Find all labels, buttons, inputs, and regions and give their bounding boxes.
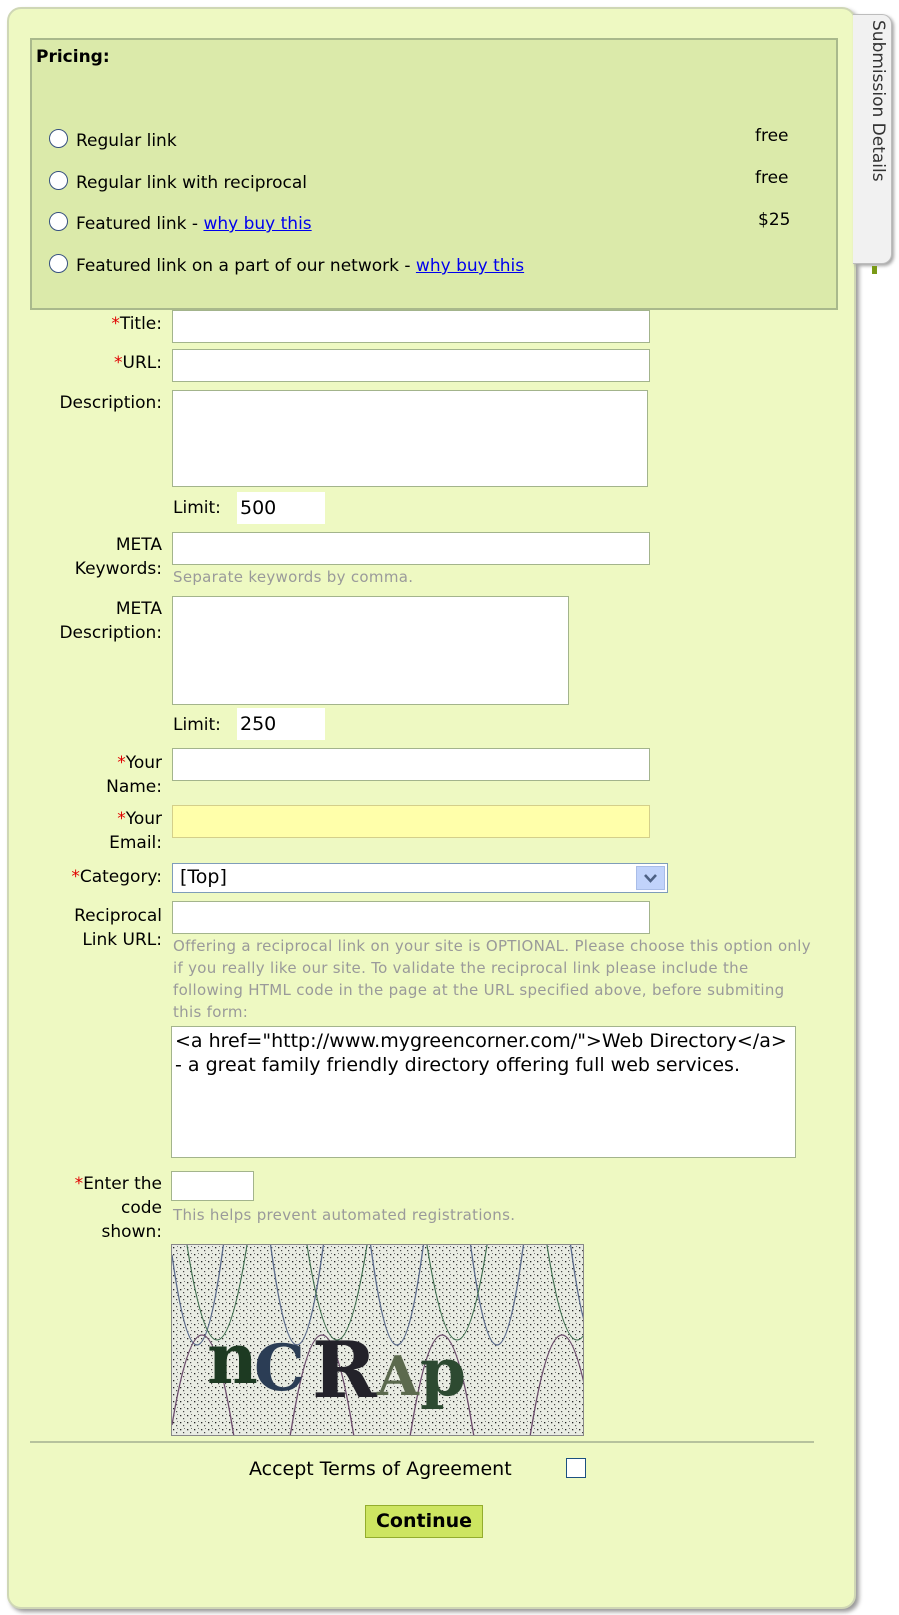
url-label-text: URL: — [122, 353, 162, 373]
option-label-featured-link: Featured link - — [76, 214, 204, 234]
option-label-regular-link-reciprocal: Regular link with reciprocal — [76, 173, 307, 193]
url-input[interactable] — [172, 349, 650, 382]
chevron-down-icon[interactable] — [636, 866, 665, 890]
captcha-label-line3: shown: — [101, 1222, 162, 1242]
captcha-glyph: n — [207, 1317, 258, 1400]
required-mark: * — [71, 867, 80, 887]
your-name-label-text: Your — [125, 753, 162, 773]
required-mark: * — [117, 809, 126, 829]
radio-regular-link[interactable] — [49, 129, 68, 148]
radio-regular-link-reciprocal[interactable] — [49, 171, 68, 190]
your-email-label-text: Your — [125, 809, 162, 829]
required-mark: * — [114, 353, 123, 373]
pricing-title: Pricing: — [36, 47, 110, 67]
meta-description-textarea[interactable] — [172, 596, 569, 705]
category-label-text: Category: — [79, 867, 162, 887]
title-label-text: Title: — [119, 314, 162, 334]
why-buy-this-network-link[interactable]: why buy this — [416, 256, 524, 276]
captcha-glyph: p — [420, 1333, 466, 1411]
captcha-glyph: C — [254, 1331, 305, 1406]
option-label-regular-link: Regular link — [76, 131, 177, 151]
meta-description-limit-counter: 250 — [237, 708, 325, 740]
captcha-glyph: A — [376, 1344, 420, 1408]
reciprocal-code-text: <a href="http://www.mygreencorner.com/">… — [175, 1030, 793, 1076]
price-regular-link-reciprocal: free — [755, 168, 789, 188]
price-featured-link: $25 — [758, 210, 791, 230]
meta-keywords-label-line2: Keywords: — [74, 559, 162, 579]
title-input[interactable] — [172, 310, 650, 343]
captcha-input[interactable] — [171, 1171, 254, 1201]
option-label-featured-network-link: Featured link on a part of our network - — [76, 256, 416, 276]
price-regular-link: free — [755, 126, 789, 146]
accept-terms-checkbox[interactable] — [566, 1458, 586, 1478]
url-label: *URL: — [114, 351, 162, 375]
required-mark: * — [117, 753, 126, 773]
captcha-hint: This helps prevent automated registratio… — [173, 1206, 516, 1224]
your-email-label-line1: *Your — [117, 807, 162, 831]
meta-description-limit-label: Limit: — [173, 715, 221, 735]
radio-featured-link[interactable] — [49, 212, 68, 231]
accept-terms-label: Accept Terms of Agreement — [249, 1458, 512, 1480]
reciprocal-label-line1: Reciprocal — [74, 906, 162, 926]
your-name-label-line1: *Your — [117, 751, 162, 775]
meta-keywords-input[interactable] — [172, 532, 650, 565]
captcha-glyph: R — [312, 1325, 378, 1416]
submission-details-tab-label: Submission Details — [868, 20, 888, 182]
category-label: *Category: — [71, 865, 162, 889]
description-label: Description: — [59, 393, 162, 413]
continue-button[interactable]: Continue — [365, 1505, 483, 1538]
option-featured-network-link: Featured link on a part of our network -… — [76, 256, 524, 276]
title-label: *Title: — [111, 312, 162, 336]
required-mark: * — [74, 1174, 84, 1194]
why-buy-this-link[interactable]: why buy this — [203, 214, 311, 234]
reciprocal-hint: Offering a reciprocal link on your site … — [173, 937, 811, 1021]
your-name-input[interactable] — [172, 748, 650, 781]
description-limit-label: Limit: — [173, 498, 221, 518]
captcha-label-line2: code — [121, 1198, 162, 1218]
description-limit-counter: 500 — [237, 492, 325, 524]
captcha-label-line1: *Enter the — [75, 1172, 162, 1196]
form-divider — [30, 1441, 814, 1443]
meta-keywords-hint: Separate keywords by comma. — [173, 568, 414, 586]
your-email-label-line2: Email: — [109, 833, 162, 853]
your-name-label-line2: Name: — [106, 777, 162, 797]
reciprocal-label-line2: Link URL: — [82, 930, 162, 950]
radio-featured-network-link[interactable] — [49, 254, 68, 273]
captcha-label-text: Enter the — [83, 1174, 162, 1194]
tab-indicator — [872, 266, 877, 274]
category-selected-value: [Top] — [180, 866, 227, 888]
meta-description-label-line2: Description: — [59, 623, 162, 643]
reciprocal-url-input[interactable] — [172, 901, 650, 934]
captcha-image: n C R A p — [171, 1244, 584, 1436]
meta-description-label-line1: META — [115, 599, 162, 619]
required-mark: * — [111, 314, 120, 334]
meta-keywords-label-line1: META — [115, 535, 162, 555]
option-featured-link: Featured link - why buy this — [76, 214, 312, 234]
category-select[interactable] — [172, 863, 668, 893]
your-email-input[interactable] — [172, 805, 650, 838]
description-textarea[interactable] — [172, 390, 648, 487]
